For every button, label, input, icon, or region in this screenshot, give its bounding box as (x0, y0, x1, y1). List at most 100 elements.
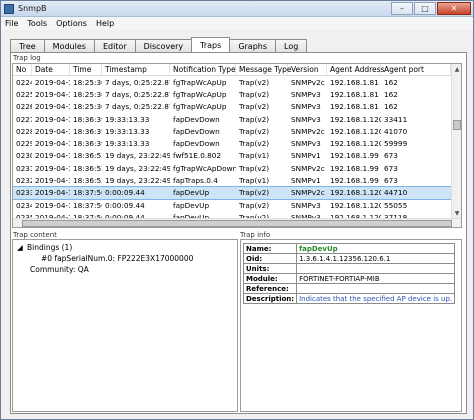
tab-traps[interactable]: Traps (191, 37, 231, 52)
info-row: Oid: 1.3.6.1.4.1.12356.120.6.1 (242, 253, 456, 264)
table-cell: 18:25:30 (73, 102, 102, 112)
table-cell: 2019-04-10 (35, 163, 70, 173)
table-row[interactable]: 02282019-04-1018:36:3919:33:13.33 fapDevD… (13, 125, 461, 137)
table-row[interactable]: 02292019-04-1018:36:3919:33:13.33 fapDevD… (13, 137, 461, 149)
table-cell: 192.168.1.81 (330, 77, 379, 87)
info-row: Module: FORTINET-FORTIAP-MIB (242, 273, 456, 284)
tab-discovery[interactable]: Discovery (134, 39, 193, 52)
table-cell: 59999 (384, 139, 408, 149)
column-header-version[interactable]: Version (288, 64, 327, 75)
info-row: Units: (242, 263, 456, 274)
table-cell: 0:00:09.44 (105, 200, 145, 210)
column-header-agent-address[interactable]: Agent Address (327, 64, 384, 75)
splitter-handle[interactable] (10, 231, 467, 234)
table-cell: 44710 (384, 188, 408, 198)
table-row[interactable]: 02262019-04-1018:25:307 days, 0:25:22.87… (13, 101, 461, 113)
table-cell: 0233 (16, 188, 32, 198)
table-cell: 7 days, 0:25:22.87 (105, 89, 170, 99)
table-cell: 0234 (16, 200, 32, 210)
table-cell: SNMPv1 (291, 151, 321, 161)
maximize-button[interactable]: □ (414, 2, 436, 15)
close-button[interactable]: ✕ (437, 2, 471, 15)
menu-options[interactable]: Options (56, 19, 87, 28)
tab-modules[interactable]: Modules (43, 39, 95, 52)
table-row[interactable]: 02242019-04-1018:25:307 days, 0:25:22.87… (13, 76, 461, 88)
table-cell: SNMPv2c (291, 163, 325, 173)
column-header-notification-type[interactable]: Notification Type (170, 64, 236, 75)
column-header-date[interactable]: Date (32, 64, 70, 75)
menu-help[interactable]: Help (96, 19, 114, 28)
info-value (296, 283, 456, 294)
table-cell: 41070 (384, 126, 408, 136)
table-cell: 18:36:52 (73, 176, 102, 186)
table-cell: Trap(v1) (239, 176, 270, 186)
trap-log-table: No Date Time Timestamp Notification Type… (12, 63, 462, 228)
community-node[interactable]: Community: QA (30, 265, 89, 274)
table-row[interactable]: 02302019-04-1018:36:5219 days, 23:22:49.… (13, 150, 461, 162)
trap-log-label: Trap log (13, 54, 41, 62)
table-row[interactable]: 02342019-04-1018:37:500:00:09.44 fapDevUp… (13, 199, 461, 211)
scroll-thumb[interactable] (453, 120, 461, 130)
table-cell: Trap(v2) (239, 139, 270, 149)
column-header-agent-port[interactable]: Agent port (381, 64, 451, 75)
table-cell: Trap(v2) (239, 102, 270, 112)
title-bar: SnmpB – □ ✕ (1, 1, 473, 17)
table-cell: 0232 (16, 176, 32, 186)
table-cell: 2019-04-10 (35, 77, 70, 87)
table-row[interactable]: 02332019-04-1018:37:500:00:09.44 fapDevUp… (13, 185, 461, 200)
table-cell: Trap(v2) (239, 126, 270, 136)
table-cell: Trap(v2) (239, 200, 270, 210)
table-cell: 18:36:39 (73, 139, 102, 149)
table-row[interactable]: 02322019-04-1018:36:5219 days, 23:22:49.… (13, 174, 461, 186)
table-cell: SNMPv3 (291, 139, 321, 149)
trap-content-tree: ◢ Bindings (1) #0 fapSerialNum.0: FP222E… (12, 239, 238, 412)
table-cell: 192.168.1.99 (330, 151, 379, 161)
expand-arrow-icon[interactable]: ◢ (17, 243, 23, 252)
binding-item[interactable]: #0 fapSerialNum.0: FP222E3X17000000 (41, 254, 193, 263)
tab-log[interactable]: Log (275, 39, 308, 52)
horizontal-scroll-thumb[interactable] (22, 220, 452, 227)
tab-graphs[interactable]: Graphs (229, 39, 277, 52)
column-header-time[interactable]: Time (70, 64, 102, 75)
table-cell: 673 (384, 176, 398, 186)
menu-tools[interactable]: Tools (27, 19, 47, 28)
table-cell: Trap(v2) (239, 89, 270, 99)
table-cell: 19 days, 23:22:49.02 (105, 163, 170, 173)
horizontal-scrollbar[interactable] (13, 218, 461, 227)
minimize-button[interactable]: – (391, 2, 413, 15)
table-cell: fapDevUp (173, 188, 210, 198)
tab-tree[interactable]: Tree (10, 39, 45, 52)
table-cell: 18:36:52 (73, 151, 102, 161)
menu-file[interactable]: File (5, 19, 18, 28)
table-cell: 2019-04-10 (35, 126, 70, 136)
table-cell: 7 days, 0:25:22.87 (105, 102, 170, 112)
table-cell: 2019-04-10 (35, 139, 70, 149)
table-row[interactable]: 02312019-04-1018:36:5219 days, 23:22:49.… (13, 162, 461, 174)
table-row[interactable]: 02252019-04-1018:25:307 days, 0:25:22.87… (13, 88, 461, 100)
table-cell: 0224 (16, 77, 32, 87)
column-header-timestamp[interactable]: Timestamp (102, 64, 170, 75)
tab-editor[interactable]: Editor (93, 39, 136, 52)
table-cell: 7 days, 0:25:22.87 (105, 77, 170, 87)
menu-bar: File Tools Options Help (1, 17, 473, 30)
table-body: 02242019-04-1018:25:307 days, 0:25:22.87… (13, 76, 461, 227)
vertical-scrollbar[interactable]: ▲ ▼ (451, 64, 461, 227)
bindings-node[interactable]: Bindings (1) (27, 243, 72, 252)
info-key: Name: (242, 243, 298, 254)
table-cell: 0228 (16, 126, 32, 136)
column-header-message-type[interactable]: Message Type (236, 64, 291, 75)
trap-info-label: Trap info (240, 231, 271, 239)
table-cell: fwf51E.0.802 (173, 151, 222, 161)
scroll-up-arrow-icon[interactable]: ▲ (453, 65, 461, 73)
table-cell: 0:00:09.44 (105, 188, 145, 198)
scroll-down-arrow-icon[interactable]: ▼ (453, 209, 461, 217)
info-key: Description: (242, 293, 298, 304)
table-row[interactable]: 02272019-04-1018:36:3919:33:13.33 fapDevD… (13, 113, 461, 125)
column-header-no[interactable]: No (13, 64, 32, 75)
info-value: FORTINET-FORTIAP-MIB (296, 273, 456, 284)
info-key: Units: (242, 263, 298, 274)
table-cell: 55055 (384, 200, 408, 210)
table-cell: SNMPv2c (291, 126, 325, 136)
table-cell: 18:36:39 (73, 126, 102, 136)
table-cell: fapDevUp (173, 200, 210, 210)
